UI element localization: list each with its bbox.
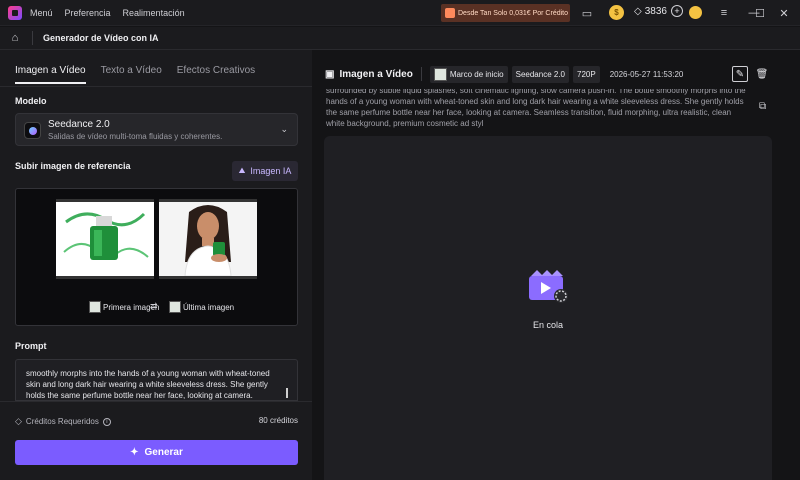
nav-divider bbox=[32, 31, 33, 45]
task-timestamp: 2026-05-27 11:53:20 bbox=[609, 69, 684, 79]
upload-label: Subir imagen de referencia bbox=[15, 161, 131, 171]
menu-item-preferences[interactable]: Preferencia bbox=[65, 8, 111, 18]
footer-divider bbox=[0, 401, 312, 402]
trash-icon[interactable]: 🗑 bbox=[754, 66, 770, 82]
diamond-icon: ◇ bbox=[15, 416, 22, 426]
title-bar: Menú Preferencia Realimentación Desde Ta… bbox=[0, 0, 800, 26]
start-frame-thumbnail bbox=[433, 67, 447, 81]
home-icon[interactable]: ⌂ bbox=[8, 31, 22, 45]
resolution-chip: 720P bbox=[573, 65, 600, 83]
model-chip: Seedance 2.0 bbox=[511, 65, 569, 83]
image-ai-button[interactable]: ⛰ Imagen IA bbox=[232, 161, 298, 181]
menu-item-menu[interactable]: Menú bbox=[30, 8, 53, 18]
info-icon[interactable]: i bbox=[102, 417, 111, 426]
video-preview: En cola bbox=[324, 136, 772, 480]
model-select[interactable]: Seedance 2.0 Salidas de vídeo multi-toma… bbox=[15, 113, 298, 146]
coin-icon[interactable]: $ bbox=[609, 5, 624, 20]
mode-tabs: Imagen a Vídeo Texto a Vídeo Efectos Cre… bbox=[15, 65, 270, 84]
prompt-text: smoothly morphs into the hands of a youn… bbox=[26, 369, 270, 400]
credits-required: ◇ Créditos Requeridos i bbox=[15, 416, 111, 427]
tab-text-to-video[interactable]: Texto a Vídeo bbox=[101, 65, 162, 84]
credits-amount: 80 créditos bbox=[258, 416, 298, 425]
task-actions: ✎ 🗑 bbox=[732, 66, 776, 82]
swap-icon[interactable]: ⇄ bbox=[150, 301, 158, 312]
start-frame-chip: Marco de inicio bbox=[429, 65, 508, 83]
model-label: Modelo bbox=[15, 96, 47, 106]
last-image-text: Última imagen bbox=[183, 302, 235, 312]
diamond-icon: ◇ bbox=[634, 5, 642, 17]
model-description: Salidas de vídeo multi-toma fluidas y co… bbox=[48, 132, 223, 141]
task-prompt-text: surrounded by subtle liquid splashes, so… bbox=[326, 89, 746, 128]
prompt-scrollbar[interactable] bbox=[286, 388, 288, 398]
page-title: Generador de Vídeo con IA bbox=[43, 33, 159, 43]
model-name: Seedance 2.0 bbox=[48, 119, 110, 130]
last-image-thumbnail[interactable] bbox=[159, 199, 257, 279]
generate-button[interactable]: ✦ Generar bbox=[15, 440, 298, 465]
task-header: ▣ Imagen a Vídeo Marco de inicio Seedanc… bbox=[325, 65, 787, 83]
image-ai-icon: ⛰ bbox=[238, 166, 246, 175]
generate-label: Generar bbox=[144, 447, 183, 458]
nav-bar: ⌂ Generador de Vídeo con IA bbox=[0, 27, 800, 50]
add-credits-button[interactable]: + bbox=[670, 5, 683, 17]
left-panel: Imagen a Vídeo Texto a Vídeo Efectos Cre… bbox=[0, 50, 312, 480]
sparkle-icon: ✦ bbox=[130, 447, 139, 458]
image-icon: ▣ bbox=[325, 68, 335, 80]
first-image-mini-icon bbox=[89, 301, 101, 313]
tab-image-to-video[interactable]: Imagen a Vídeo bbox=[15, 65, 86, 84]
last-image-mini-icon bbox=[169, 301, 181, 313]
queue-status: En cola bbox=[532, 320, 564, 330]
upload-area[interactable]: Primera imagen ⇄ Última imagen bbox=[15, 188, 298, 326]
gift-icon bbox=[445, 8, 455, 18]
credits-required-label: Créditos Requeridos bbox=[25, 417, 99, 426]
edit-icon[interactable]: ✎ bbox=[732, 66, 748, 82]
menu-item-feedback[interactable]: Realimentación bbox=[123, 8, 185, 18]
task-title: ▣ Imagen a Vídeo bbox=[325, 69, 413, 80]
chevron-down-icon: ⌄ bbox=[280, 124, 288, 134]
task-title-text: Imagen a Vídeo bbox=[339, 68, 413, 80]
task-prompt: surrounded by subtle liquid splashes, so… bbox=[326, 89, 746, 129]
message-icon[interactable]: ▭ bbox=[580, 6, 594, 20]
right-panel: ▣ Imagen a Vídeo Marco de inicio Seedanc… bbox=[313, 50, 800, 480]
perfume-image bbox=[56, 202, 154, 276]
close-button[interactable]: ✕ bbox=[776, 5, 792, 21]
first-image-thumbnail[interactable] bbox=[56, 199, 154, 279]
credits-balance: ◇ 3836 + bbox=[634, 5, 683, 17]
prompt-label: Prompt bbox=[15, 341, 47, 351]
promo-text: Desde Tan Solo 0,031€ Por Crédito bbox=[458, 9, 568, 17]
credits-value: 3836 bbox=[644, 5, 667, 17]
tabs-divider bbox=[0, 86, 312, 87]
app-logo-icon bbox=[8, 5, 22, 20]
copy-icon[interactable]: ⧉ bbox=[759, 101, 766, 112]
promo-banner[interactable]: Desde Tan Solo 0,031€ Por Crédito bbox=[441, 4, 570, 22]
menu-dots-icon[interactable]: ≡ bbox=[716, 5, 732, 21]
maximize-button[interactable]: ☐ bbox=[752, 5, 768, 21]
first-image-label: Primera imagen bbox=[89, 301, 159, 313]
start-frame-label: Marco de inicio bbox=[449, 69, 504, 79]
menu-bar: Menú Preferencia Realimentación bbox=[30, 8, 197, 18]
last-image-label: Última imagen bbox=[169, 301, 234, 313]
woman-image bbox=[159, 202, 257, 276]
header-divider bbox=[420, 67, 422, 81]
video-queue-icon bbox=[529, 270, 568, 303]
image-ai-label: Imagen IA bbox=[250, 166, 292, 176]
model-logo-icon bbox=[24, 122, 41, 139]
avatar[interactable] bbox=[689, 6, 702, 19]
prompt-textarea[interactable]: smoothly morphs into the hands of a youn… bbox=[15, 359, 298, 401]
tab-creative-effects[interactable]: Efectos Creativos bbox=[177, 65, 255, 84]
